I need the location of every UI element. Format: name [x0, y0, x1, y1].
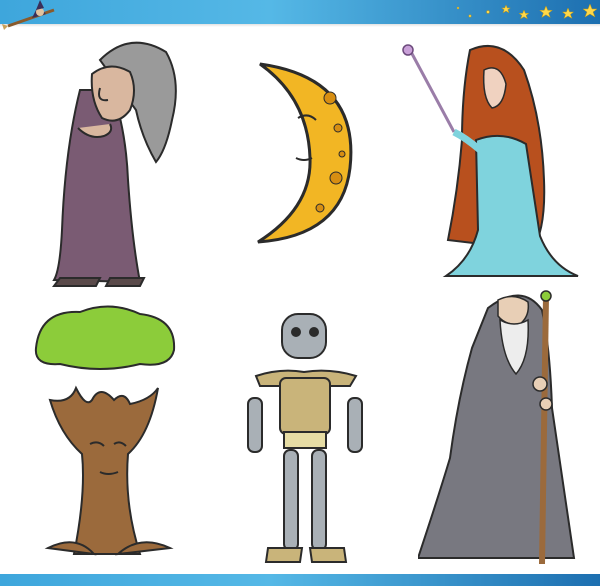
bottom-banner: [0, 574, 600, 586]
tree-ent-illustration: [30, 304, 178, 566]
fairy-princess-illustration: [392, 40, 588, 280]
stars-icon: [440, 0, 600, 26]
crescent-moon-face-illustration: [250, 58, 360, 248]
robot-illustration: [240, 312, 370, 568]
old-witch-illustration: [40, 30, 190, 292]
old-wizard-illustration: [418, 288, 582, 568]
